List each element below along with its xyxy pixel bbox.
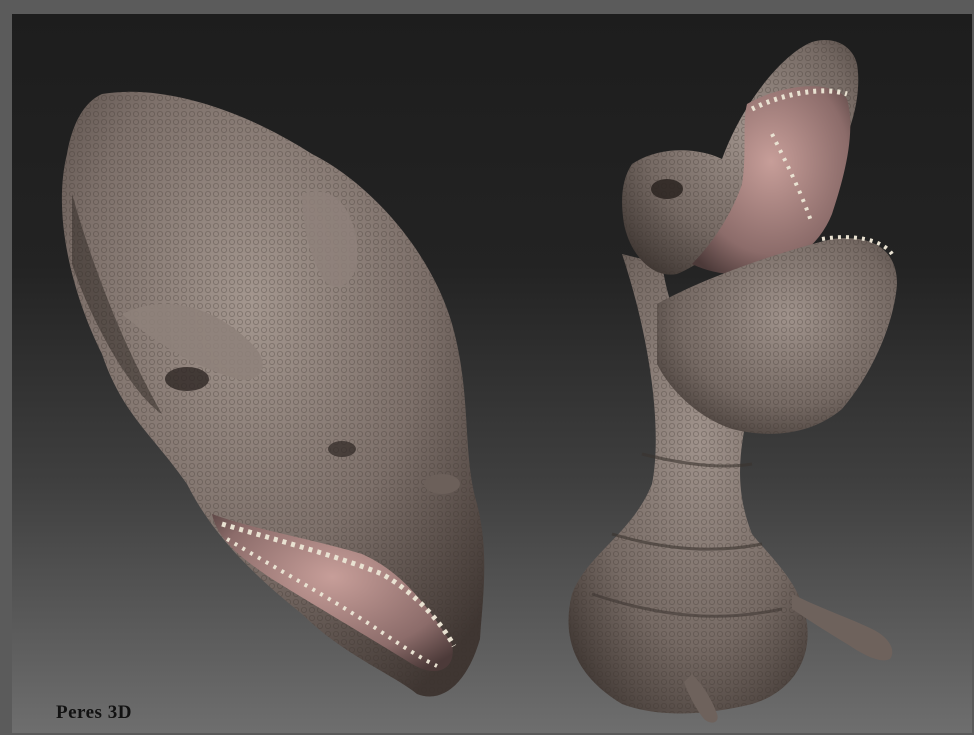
render-viewport: Peres 3D (12, 14, 972, 733)
sculpt-render (61, 40, 897, 723)
trex-head-right (568, 40, 897, 723)
image-frame: Peres 3D (0, 0, 974, 735)
watermark-signature: Peres 3D (56, 702, 132, 723)
trex-head-left (61, 91, 485, 697)
